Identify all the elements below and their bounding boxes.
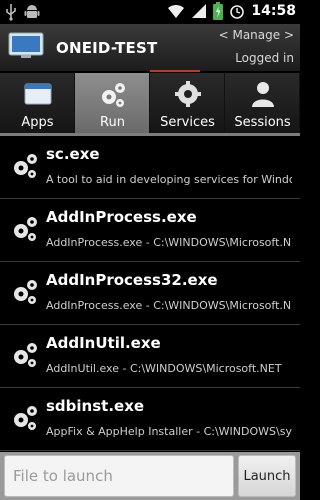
alarm-icon bbox=[230, 5, 245, 19]
list-item[interactable]: sdbinst.exe AppFix & AppHelp Installer -… bbox=[0, 388, 300, 451]
usb-icon bbox=[6, 4, 16, 21]
monitor-logo-icon bbox=[8, 32, 44, 58]
tab-services-label: Services bbox=[160, 115, 215, 130]
list-item[interactable]: AddInProcess32.exe AddInProcess.exe - C:… bbox=[0, 262, 300, 325]
gears-icon bbox=[102, 83, 125, 107]
item-description: AppFix & AppHelp Installer - C:\WINDOWS\… bbox=[46, 425, 292, 438]
tab-services[interactable]: Services bbox=[150, 73, 225, 133]
manage-button[interactable]: < Manage > bbox=[219, 28, 294, 42]
item-name: AddInUtil.exe bbox=[46, 334, 161, 352]
list-item[interactable]: AddInUtil.exe AddInUtil.exe - C:\WINDOWS… bbox=[0, 325, 300, 388]
login-status: Logged in bbox=[235, 51, 294, 65]
list-item[interactable]: AddInProcess.exe AddInProcess.exe - C:\W… bbox=[0, 199, 300, 262]
executable-list[interactable]: sc.exe A tool to aid in developing servi… bbox=[0, 136, 300, 452]
tab-run-label: Run bbox=[100, 115, 125, 130]
gears-icon bbox=[14, 343, 37, 367]
gear-icon bbox=[175, 81, 201, 107]
user-icon bbox=[252, 82, 274, 107]
battery-icon bbox=[213, 2, 224, 20]
item-description: AddInUtil.exe - C:\WINDOWS\Microsoft.NET bbox=[46, 362, 282, 375]
status-time: 14:58 bbox=[251, 3, 296, 19]
signal-icon bbox=[192, 4, 207, 18]
wifi-icon bbox=[168, 4, 185, 18]
android-icon bbox=[24, 5, 40, 18]
gears-icon bbox=[14, 154, 37, 178]
tab-sessions-label: Sessions bbox=[234, 115, 291, 130]
window-icon bbox=[24, 83, 52, 105]
item-name: sdbinst.exe bbox=[46, 397, 145, 415]
file-to-launch-input[interactable] bbox=[4, 455, 234, 497]
launch-bar: Launch bbox=[0, 452, 300, 500]
tab-apps-label: Apps bbox=[21, 115, 54, 130]
gears-icon bbox=[14, 280, 37, 304]
device-title: ONEID-TEST bbox=[56, 39, 158, 57]
item-description: AddInProcess.exe - C:\WINDOWS\Microsoft.… bbox=[46, 236, 292, 249]
app-header: ONEID-TEST < Manage > Logged in bbox=[0, 24, 300, 72]
item-name: AddInProcess.exe bbox=[46, 208, 197, 226]
header-accent-line bbox=[150, 70, 200, 72]
item-name: AddInProcess32.exe bbox=[46, 271, 218, 289]
item-description: A tool to aid in developing services for… bbox=[46, 173, 292, 186]
gears-icon bbox=[14, 217, 37, 241]
tab-run[interactable]: Run bbox=[75, 73, 150, 133]
launch-button[interactable]: Launch bbox=[238, 455, 296, 497]
tab-bar: Apps Run Services Sessions bbox=[0, 73, 300, 133]
tab-apps[interactable]: Apps bbox=[0, 73, 75, 133]
item-description: AddInProcess.exe - C:\WINDOWS\Microsoft.… bbox=[46, 299, 292, 312]
status-bar: 14:58 bbox=[0, 0, 300, 24]
gears-icon bbox=[14, 406, 37, 430]
tab-sessions[interactable]: Sessions bbox=[225, 73, 300, 133]
list-item[interactable]: sc.exe A tool to aid in developing servi… bbox=[0, 136, 300, 199]
item-name: sc.exe bbox=[46, 145, 100, 163]
